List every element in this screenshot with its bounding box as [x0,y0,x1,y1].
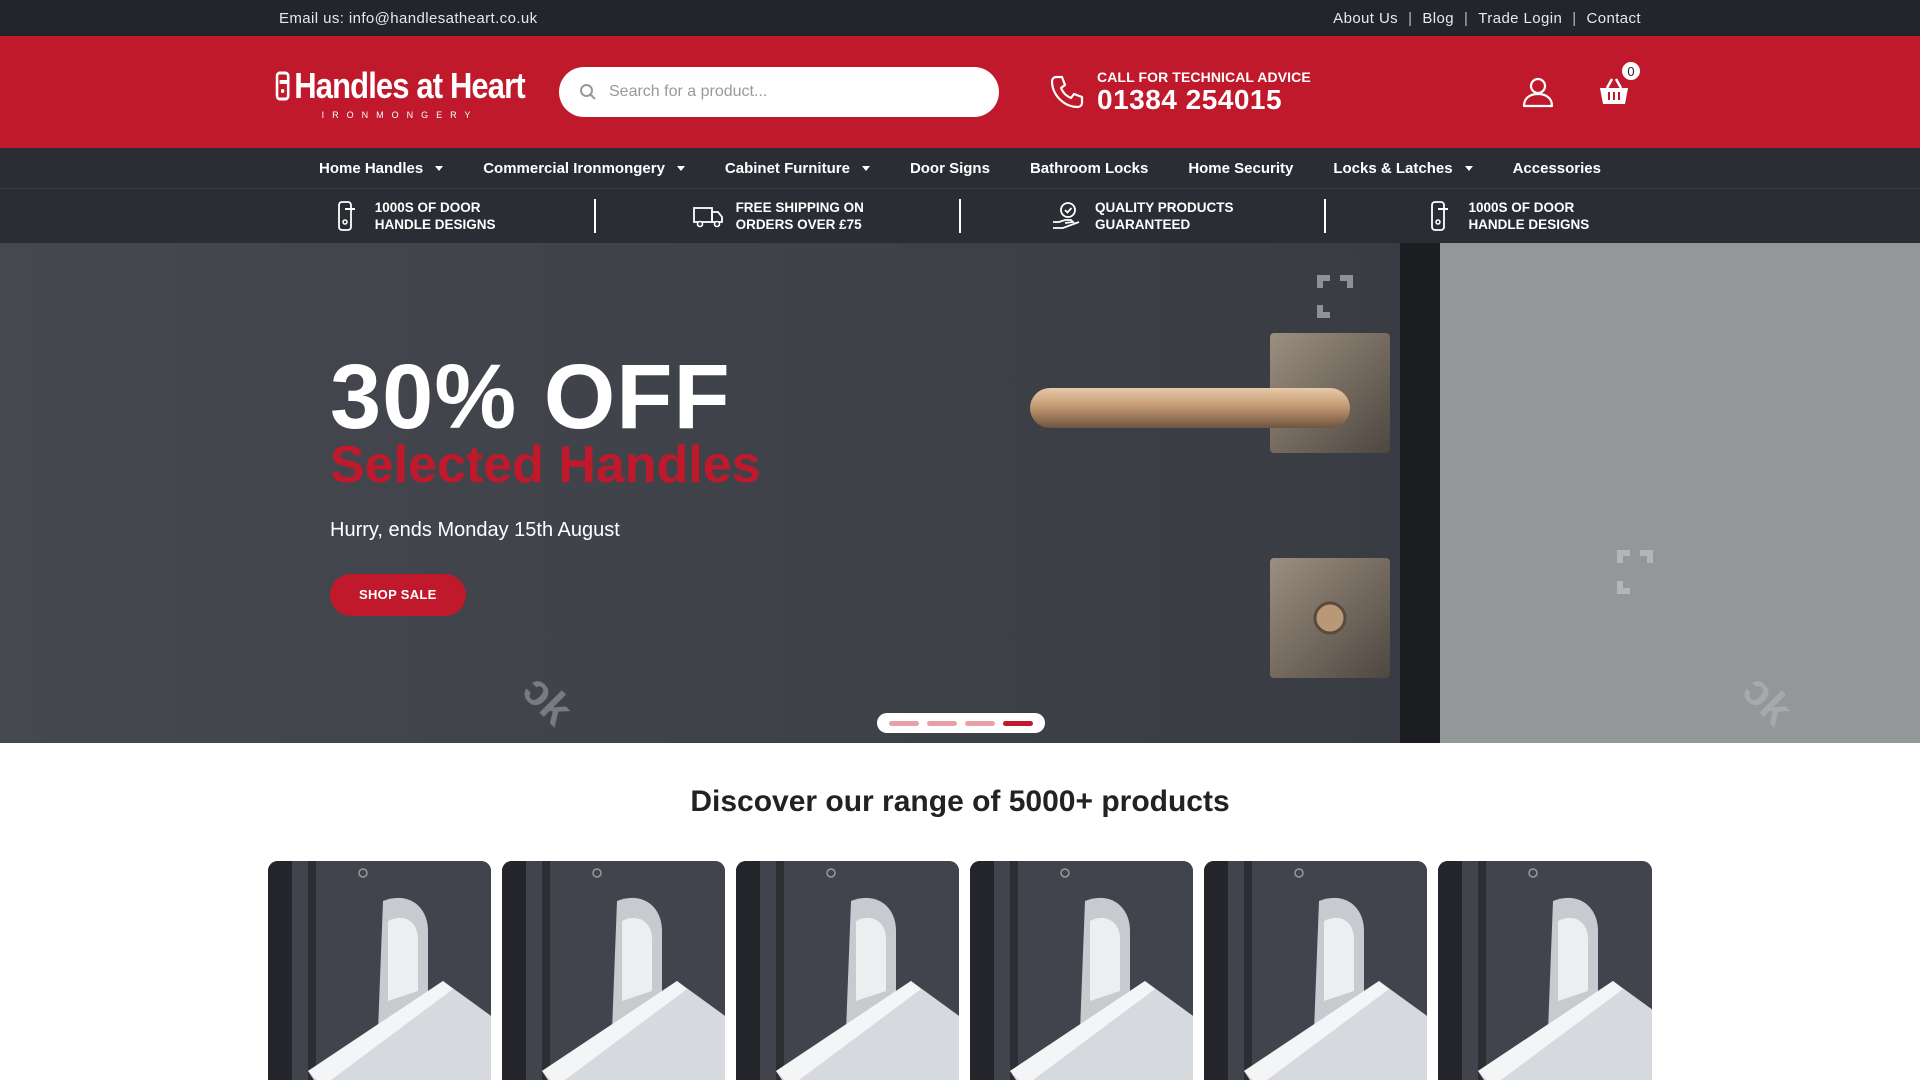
slide-dot-2[interactable] [927,720,957,726]
phone-icon [1050,75,1084,109]
divider [958,199,961,233]
hero-tagline: Hurry, ends Monday 15th August [330,519,620,541]
user-icon [1522,77,1554,108]
search-bar[interactable] [559,67,999,117]
door-handle-icon [337,201,355,231]
divider [594,199,597,233]
hero-subheadline: Selected Handles [330,436,761,494]
nav-home-handles[interactable]: Home Handles [319,159,444,177]
usp-item: 1000S OF DOOR HANDLE DESIGNS [288,199,538,233]
logo-subtitle: IRONMONGERY [321,109,479,120]
contact-link[interactable]: Contact [1587,10,1642,27]
nav-label: Accessories [1512,159,1601,177]
category-card[interactable] [1204,861,1427,1080]
site-logo[interactable]: Handles at Heart IRONMONGERY [275,65,526,120]
top-bar: Email us: info@handlesatheart.co.uk Abou… [0,0,1920,36]
caret-down-icon [861,165,870,171]
category-card[interactable] [502,861,725,1080]
hero-banner: ɔk ɔk 30% OFF Selected Handles Hurry, en… [0,243,1920,743]
search-icon[interactable] [579,83,597,101]
nav-accessories[interactable]: Accessories [1513,160,1601,177]
slide-dot-3[interactable] [965,720,995,726]
usp-line1: 1000S OF DOOR [374,200,481,215]
product-photo [502,861,725,1080]
product-photo [268,861,491,1080]
slide-dot-4[interactable] [1003,720,1033,726]
trade-login-link[interactable]: Trade Login [1478,10,1562,27]
top-links: About Us | Blog | Trade Login | Contact [1333,10,1641,27]
quality-badge-icon [1053,202,1080,229]
usp-item: FREE SHIPPING ON ORDERS OVER £75 [653,199,903,233]
account-button[interactable] [1521,75,1555,109]
usp-bar: 1000S OF DOOR HANDLE DESIGNS FREE SHIPPIN… [0,188,1920,243]
product-photo [1204,861,1427,1080]
separator: | [1408,9,1413,27]
phone-number[interactable]: 01384 254015 [1097,85,1311,115]
category-card[interactable] [268,861,491,1080]
usp-line2: HANDLE DESIGNS [374,217,496,232]
about-us-link[interactable]: About Us [1333,10,1398,27]
site-header: Handles at Heart IRONMONGERY CALL FOR TE… [0,36,1920,148]
product-photo [1438,861,1652,1080]
hero-content: 30% OFF Selected Handles Hurry, ends Mon… [330,346,761,616]
caret-down-icon [1464,165,1473,171]
hero-headline: 30% OFF [330,346,731,448]
nav-door-signs[interactable]: Door Signs [910,160,990,177]
nav-cabinet-furniture[interactable]: Cabinet Furniture [725,160,870,177]
header-icons: 0 [1521,61,1641,109]
search-input[interactable] [609,83,969,101]
nav-label: Home Handles [319,159,424,177]
technical-advice[interactable]: CALL FOR TECHNICAL ADVICE 01384 254015 [1047,69,1311,115]
door-handle-icon [1431,201,1449,231]
caret-down-icon [676,165,685,171]
truck-icon [692,207,723,228]
separator: | [1464,9,1469,27]
nav-bathroom-locks[interactable]: Bathroom Locks [1030,160,1148,177]
usp-line2: ORDERS OVER £75 [735,217,862,232]
separator: | [1572,9,1577,27]
slider-pagination [877,713,1045,733]
nav-label: Home Security [1188,159,1294,177]
cart-count-badge: 0 [1621,61,1641,81]
nav-home-security[interactable]: Home Security [1188,160,1293,177]
shop-sale-button[interactable]: SHOP SALE [330,574,466,616]
logo-title: Handles at Heart [294,64,525,106]
usp-item: QUALITY PRODUCTS GUARANTEED [1017,199,1267,233]
key-logo-icon [275,71,290,100]
product-photo [970,861,1193,1080]
divider [1323,199,1326,233]
category-card[interactable] [970,861,1193,1080]
nav-label: Cabinet Furniture [724,159,850,177]
product-category-grid [0,861,1920,1080]
nav-label: Bathroom Locks [1029,159,1149,177]
slide-dot-1[interactable] [889,720,919,726]
nav-label: Commercial Ironmongery [483,159,665,177]
usp-item: 1000S OF DOOR HANDLE DESIGNS [1382,199,1632,233]
usp-line1: QUALITY PRODUCTS [1095,200,1234,215]
usp-line2: HANDLE DESIGNS [1468,217,1590,232]
usp-line1: 1000S OF DOOR [1468,200,1575,215]
nav-commercial-ironmongery[interactable]: Commercial Ironmongery [483,160,685,177]
usp-line2: GUARANTEED [1095,217,1191,232]
usp-line1: FREE SHIPPING ON [735,200,864,215]
category-card[interactable] [1438,861,1652,1080]
hero-door-handle-image: ɔk ɔk [0,243,1920,743]
nav-label: Locks & Latches [1333,159,1453,177]
blog-link[interactable]: Blog [1422,10,1454,27]
caret-down-icon [435,165,444,171]
nav-locks-latches[interactable]: Locks & Latches [1333,159,1473,177]
category-card[interactable] [736,861,959,1080]
cart-button[interactable]: 0 [1597,61,1641,109]
advice-label: CALL FOR TECHNICAL ADVICE [1097,69,1311,85]
nav-label: Door Signs [909,159,990,177]
main-navigation: Home Handles Commercial Ironmongery Cabi… [0,148,1920,188]
product-photo [736,861,959,1080]
contact-email[interactable]: Email us: info@handlesatheart.co.uk [279,10,538,27]
section-title: Discover our range of 5000+ products [690,785,1230,818]
